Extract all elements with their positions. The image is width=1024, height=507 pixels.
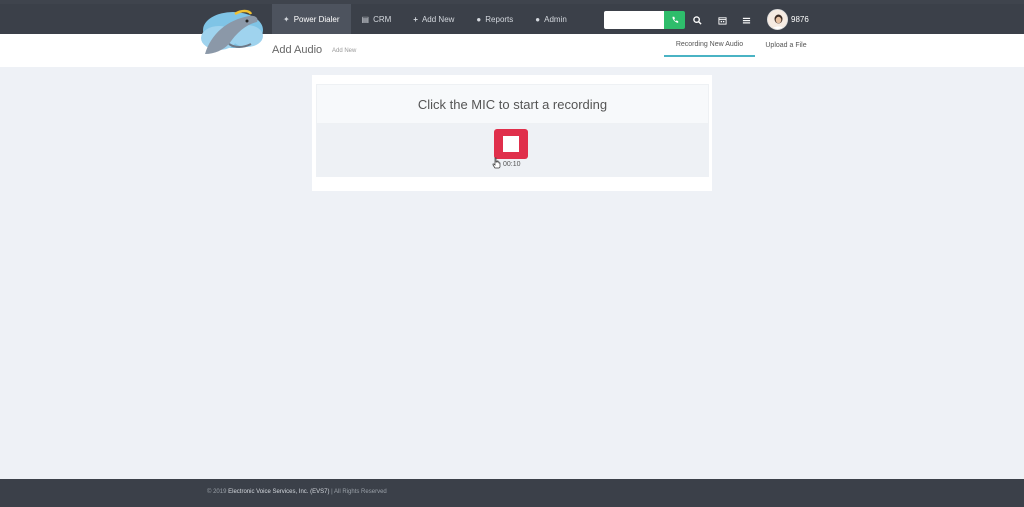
dial-number-input[interactable] [604,11,664,29]
user-icon: ● [476,14,482,24]
avatar[interactable] [767,9,788,30]
plus-icon: + [413,14,418,24]
nav-reports[interactable]: ● Reports [465,4,524,34]
footer [0,479,1024,507]
nav-add-new[interactable]: + Add New [402,4,465,34]
recording-timer: 00:10 [503,161,521,168]
tab-label: Upload a File [765,42,807,49]
recorder-prompt: Click the MIC to start a recording [316,84,709,124]
book-icon: ▤ [361,14,370,24]
nav-label: Add New [421,14,455,24]
tab-upload-file[interactable]: Upload a File [757,34,815,57]
hand-cursor-icon [492,156,501,169]
footer-suffix: | All Rights Reserved [331,489,387,495]
nav-power-dialer[interactable]: ✦ Power Dialer [272,4,351,34]
nav-label: Admin [544,14,567,24]
subheader [0,34,1024,67]
footer-copyright: © 2019 Electronic Voice Services, Inc. (… [207,489,387,495]
nav-admin[interactable]: ● Admin [524,4,578,34]
user-icon: ● [535,14,541,24]
page-title: Add Audio [272,44,323,56]
nav-label: CRM [373,14,392,24]
tab-label: Recording New Audio [675,41,744,48]
footer-company: Electronic Voice Services, Inc. (EVS7) [228,489,330,495]
footer-prefix: © 2019 [207,489,227,495]
user-number: 9876 [791,15,809,24]
page-subtitle: Add New [332,48,357,54]
wand-icon: ✦ [283,14,290,24]
search-icon[interactable] [691,13,703,27]
nav-label: Power Dialer [293,14,340,24]
list-icon[interactable] [740,13,752,27]
stop-icon [503,136,519,152]
phone-icon [671,16,678,23]
nav-crm[interactable]: ▤ CRM [351,4,403,34]
tab-recording-new-audio[interactable]: Recording New Audio [664,34,755,57]
stop-recording-button[interactable] [494,129,528,159]
nav-label: Reports [485,14,514,24]
dolphin-logo[interactable] [197,4,267,58]
main-nav: ✦ Power Dialer ▤ CRM + Add New ● Reports… [272,4,578,34]
calendar-icon[interactable] [716,13,728,27]
call-button[interactable] [664,11,685,29]
